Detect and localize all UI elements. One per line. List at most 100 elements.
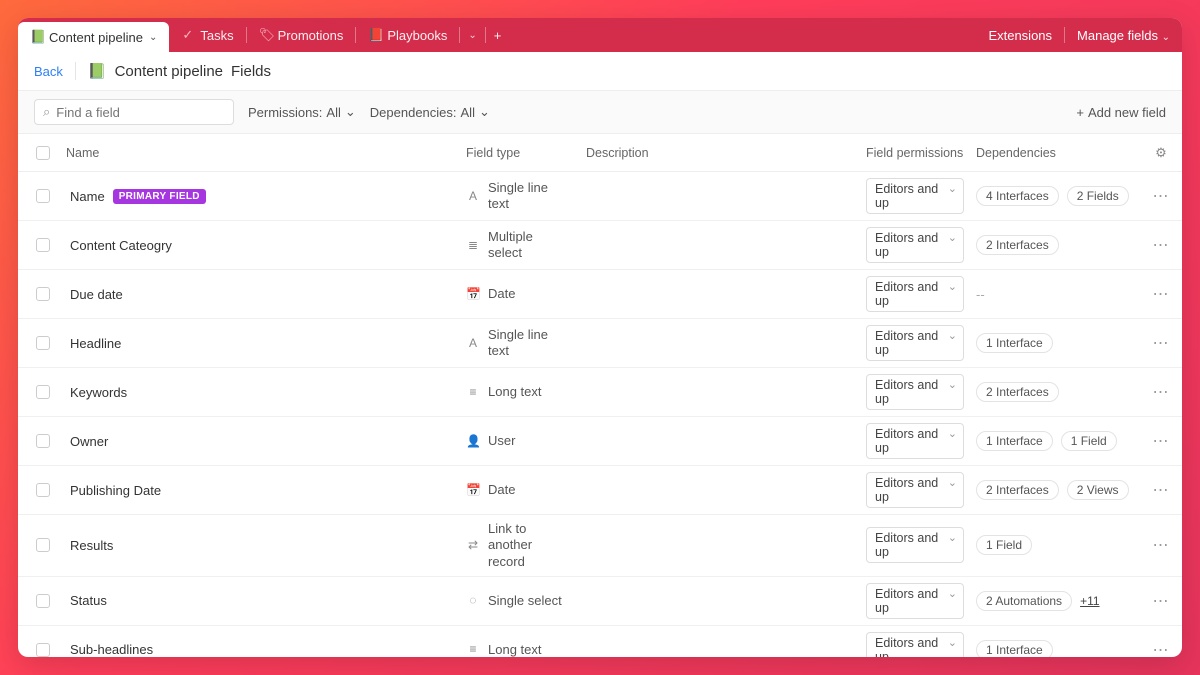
tab-tasks[interactable]: ✓ Tasks bbox=[169, 18, 245, 52]
table-row[interactable]: Keywords≡Long textEditors and up2 Interf… bbox=[18, 368, 1182, 417]
select-all-checkbox[interactable] bbox=[36, 146, 50, 160]
row-checkbox[interactable] bbox=[36, 594, 50, 608]
field-type-label: Link to another record bbox=[488, 521, 568, 570]
chevron-down-icon: ⌄ bbox=[468, 30, 476, 41]
permission-dropdown[interactable]: Editors and up bbox=[866, 374, 964, 410]
field-type-icon: A bbox=[466, 189, 480, 204]
permission-dropdown[interactable]: Editors and up bbox=[866, 227, 964, 263]
table-row[interactable]: Due date📅DateEditors and up--⋯ bbox=[18, 270, 1182, 319]
dependency-pill[interactable]: 1 Interface bbox=[976, 333, 1053, 353]
row-more-menu[interactable]: ⋯ bbox=[1146, 431, 1176, 451]
row-more-menu[interactable]: ⋯ bbox=[1146, 382, 1176, 402]
field-name: Name bbox=[70, 189, 105, 204]
table-row[interactable]: Sub-headlines≡Long textEditors and up1 I… bbox=[18, 626, 1182, 657]
row-checkbox[interactable] bbox=[36, 287, 50, 301]
dependency-pill[interactable]: 2 Automations bbox=[976, 591, 1072, 611]
field-type-label: Date bbox=[488, 286, 515, 302]
table-row[interactable]: Content Cateogry≣Multiple selectEditors … bbox=[18, 221, 1182, 270]
dependencies-cell: 2 Interfaces bbox=[976, 382, 1146, 402]
dependency-pill[interactable]: 2 Fields bbox=[1067, 186, 1129, 206]
add-new-field-button[interactable]: + Add new field bbox=[1076, 105, 1166, 120]
column-settings-icon[interactable]: ⚙ bbox=[1146, 145, 1176, 161]
row-checkbox[interactable] bbox=[36, 189, 50, 203]
field-type-label: Long text bbox=[488, 642, 542, 657]
dependencies-filter[interactable]: Dependencies: All ⌄ bbox=[370, 104, 490, 120]
permission-dropdown[interactable]: Editors and up bbox=[866, 583, 964, 619]
row-more-menu[interactable]: ⋯ bbox=[1146, 186, 1176, 206]
dependency-pill[interactable]: 1 Interface bbox=[976, 431, 1053, 451]
dependency-pill[interactable]: 2 Interfaces bbox=[976, 480, 1059, 500]
dependency-pill[interactable]: 1 Interface bbox=[976, 640, 1053, 657]
permission-dropdown[interactable]: Editors and up bbox=[866, 527, 964, 563]
no-dependencies: -- bbox=[976, 287, 985, 302]
dependency-pill[interactable]: 2 Interfaces bbox=[976, 235, 1059, 255]
row-checkbox[interactable] bbox=[36, 238, 50, 252]
separator bbox=[75, 62, 76, 80]
tab-content-pipeline[interactable]: 📗 Content pipeline ⌄ bbox=[18, 22, 169, 52]
search-field[interactable]: ⌕ bbox=[34, 99, 234, 125]
table-row[interactable]: Results⇄Link to another recordEditors an… bbox=[18, 515, 1182, 577]
back-link[interactable]: Back bbox=[34, 64, 63, 79]
row-checkbox[interactable] bbox=[36, 538, 50, 552]
row-checkbox[interactable] bbox=[36, 483, 50, 497]
dependency-pill[interactable]: 4 Interfaces bbox=[976, 186, 1059, 206]
primary-field-badge: PRIMARY FIELD bbox=[113, 189, 206, 204]
permission-dropdown[interactable]: Editors and up bbox=[866, 325, 964, 361]
table-row[interactable]: NamePRIMARY FIELDASingle line textEditor… bbox=[18, 172, 1182, 221]
filter-value: All bbox=[326, 105, 340, 120]
row-more-menu[interactable]: ⋯ bbox=[1146, 640, 1176, 657]
col-type[interactable]: Field type bbox=[466, 146, 586, 160]
table-row[interactable]: Status◌Single selectEditors and up2 Auto… bbox=[18, 577, 1182, 626]
row-more-menu[interactable]: ⋯ bbox=[1146, 480, 1176, 500]
permission-dropdown[interactable]: Editors and up bbox=[866, 472, 964, 508]
col-dependencies[interactable]: Dependencies bbox=[976, 146, 1146, 160]
table-header: Name Field type Description Field permis… bbox=[18, 134, 1182, 172]
add-table-button[interactable]: + bbox=[486, 18, 510, 52]
dependency-pill[interactable]: 1 Field bbox=[1061, 431, 1117, 451]
permission-dropdown[interactable]: Editors and up bbox=[866, 632, 964, 657]
table-row[interactable]: HeadlineASingle line textEditors and up1… bbox=[18, 319, 1182, 368]
dependency-pill[interactable]: 2 Interfaces bbox=[976, 382, 1059, 402]
add-field-label: Add new field bbox=[1088, 105, 1166, 120]
field-type-label: Long text bbox=[488, 384, 542, 400]
permissions-filter[interactable]: Permissions: All ⌄ bbox=[248, 104, 356, 120]
row-more-menu[interactable]: ⋯ bbox=[1146, 333, 1176, 353]
row-checkbox[interactable] bbox=[36, 434, 50, 448]
permission-dropdown[interactable]: Editors and up bbox=[866, 276, 964, 312]
manage-fields-link[interactable]: Manage fields ⌄ bbox=[1077, 28, 1170, 43]
row-more-menu[interactable]: ⋯ bbox=[1146, 235, 1176, 255]
row-more-menu[interactable]: ⋯ bbox=[1146, 535, 1176, 555]
search-input[interactable] bbox=[56, 105, 225, 120]
dependency-pill[interactable]: 2 Views bbox=[1067, 480, 1129, 500]
row-checkbox[interactable] bbox=[36, 643, 50, 657]
row-more-menu[interactable]: ⋯ bbox=[1146, 591, 1176, 611]
row-checkbox[interactable] bbox=[36, 336, 50, 350]
tab-promotions[interactable]: 🏷 Promotions bbox=[247, 18, 356, 52]
plus-icon: + bbox=[494, 28, 502, 43]
row-more-menu[interactable]: ⋯ bbox=[1146, 284, 1176, 304]
tab-more[interactable]: ⌄ bbox=[460, 18, 484, 52]
chevron-down-icon: ⌄ bbox=[345, 104, 356, 120]
subheader: Back 📗 Content pipeline Fields bbox=[18, 52, 1182, 91]
field-type-label: User bbox=[488, 433, 515, 449]
tab-separator bbox=[1064, 27, 1065, 43]
col-permissions[interactable]: Field permissions bbox=[866, 146, 976, 160]
tab-playbooks[interactable]: 📕 Playbooks bbox=[356, 18, 459, 52]
tab-label: Content pipeline bbox=[49, 30, 143, 45]
table-row[interactable]: Owner👤UserEditors and up1 Interface1 Fie… bbox=[18, 417, 1182, 466]
row-checkbox[interactable] bbox=[36, 385, 50, 399]
table-row[interactable]: Publishing Date📅DateEditors and up2 Inte… bbox=[18, 466, 1182, 515]
field-type-icon: 👤 bbox=[466, 434, 480, 449]
field-name: Status bbox=[70, 593, 107, 608]
permission-dropdown[interactable]: Editors and up bbox=[866, 423, 964, 459]
field-name: Results bbox=[70, 538, 113, 553]
col-name[interactable]: Name bbox=[66, 146, 466, 160]
field-type-icon: ◌ bbox=[466, 593, 480, 608]
col-description[interactable]: Description bbox=[586, 146, 866, 160]
dependency-pill[interactable]: 1 Field bbox=[976, 535, 1032, 555]
more-dependencies-link[interactable]: +11 bbox=[1080, 594, 1099, 608]
permission-dropdown[interactable]: Editors and up bbox=[866, 178, 964, 214]
chevron-down-icon[interactable]: ⌄ bbox=[149, 32, 157, 43]
extensions-link[interactable]: Extensions bbox=[988, 28, 1052, 43]
dependencies-cell: 2 Automations +11 bbox=[976, 591, 1146, 611]
